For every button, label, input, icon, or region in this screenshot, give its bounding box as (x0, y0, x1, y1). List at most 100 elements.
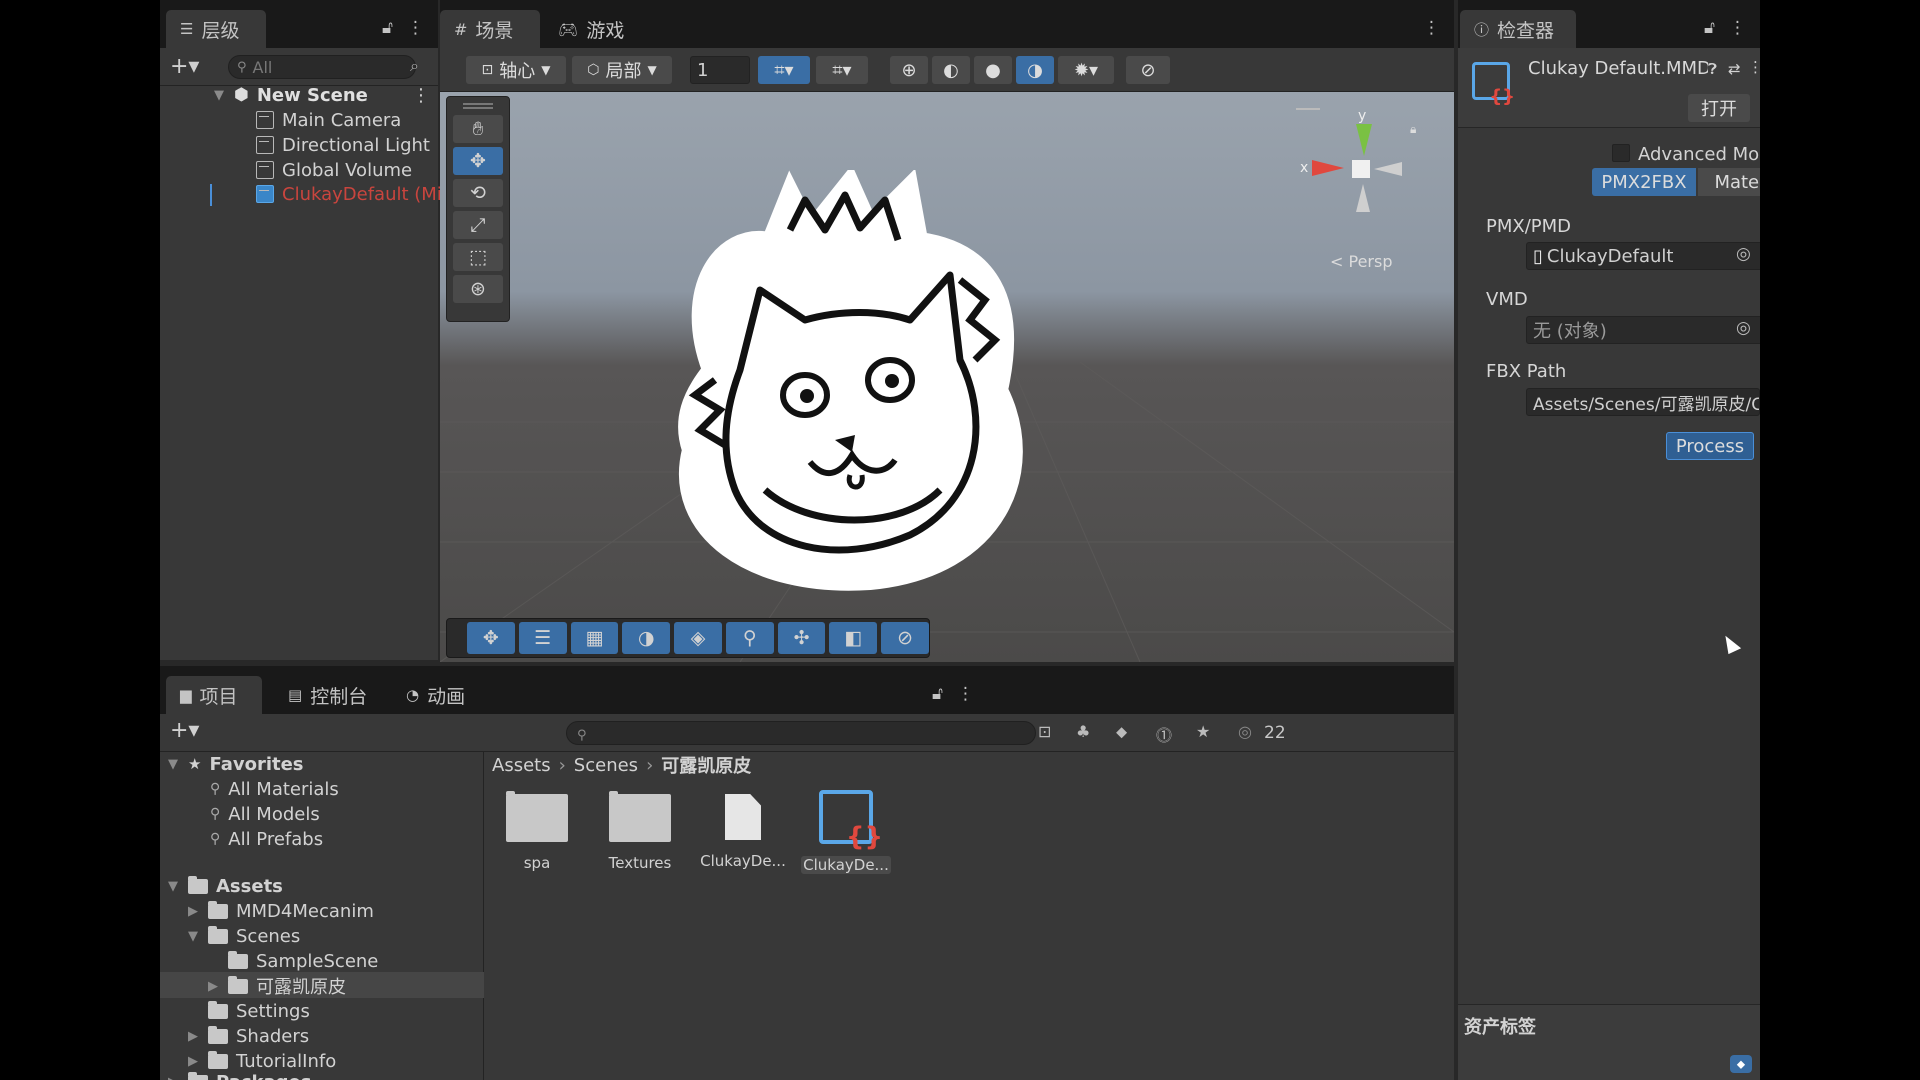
advanced-mode-checkbox[interactable] (1612, 144, 1630, 162)
scene-viewport[interactable]: ✋︎ ✥ ⟲ ⤢ ⬚ ⊛ y x 🔒︎ < Persp ✥ ☰ ▦ ◑ ◈ ⚲ … (440, 92, 1454, 662)
hidden-objects-button[interactable]: ⊘ (1126, 56, 1170, 84)
favorite-item[interactable]: ⚲ All Materials (210, 777, 339, 801)
draw-mode-button[interactable]: ⊕ (890, 56, 928, 84)
favorites-row[interactable]: ▼ ★ Favorites (168, 752, 304, 776)
lock-icon[interactable]: 🔓︎ (1704, 18, 1715, 38)
breadcrumb-item-current[interactable]: 可露凯原皮 (661, 752, 751, 778)
favorite-star-icon[interactable]: ★ (1196, 722, 1210, 741)
overlay-pivot-icon[interactable]: ✣ (777, 622, 826, 654)
expand-arrow-icon[interactable]: ▼ (168, 757, 180, 772)
move-tool-icon[interactable]: ✥ (453, 147, 503, 175)
asset-folder-row-selected[interactable]: ▶ 可露凯原皮 (208, 974, 346, 998)
overlay-layers-icon[interactable]: ◈ (674, 622, 722, 654)
rotate-tool-icon[interactable]: ⟲ (453, 179, 503, 207)
tab-scene[interactable]: # 场景 (440, 10, 540, 48)
warning-filter-icon[interactable]: ⓵ (1156, 722, 1172, 746)
add-icon[interactable]: +▾ (170, 54, 199, 79)
expand-arrow-icon[interactable]: ▶ (188, 904, 200, 919)
pivot-dropdown[interactable]: ⊡ 轴心 ▼ (466, 56, 566, 84)
expand-arrow-icon[interactable]: ▶ (188, 1029, 200, 1044)
tab-animation[interactable]: ◔ 动画 (392, 676, 488, 714)
gizmo-lock-icon[interactable]: 🔒︎ (1410, 122, 1416, 137)
process-button[interactable]: Process (1666, 432, 1754, 460)
vmd-object-field[interactable]: 无 (对象) (1526, 316, 1760, 344)
hierarchy-item-selected[interactable]: ClukayDefault (Mi (256, 182, 442, 206)
asset-folder-row[interactable]: ▶ MMD4Mecanim (188, 899, 374, 923)
grid-snap-button[interactable]: ⌗▾ (758, 56, 810, 84)
hierarchy-item[interactable]: Directional Light (256, 133, 430, 157)
add-icon[interactable]: +▾ (170, 718, 199, 743)
search-by-label-icon[interactable]: ♣ (1076, 722, 1090, 741)
transform-tool-icon[interactable]: ⊛ (453, 275, 503, 303)
grid-size-field[interactable]: 1 (690, 56, 750, 84)
assets-root[interactable]: ▼ Assets (168, 874, 283, 898)
scene-root[interactable]: ▼ ⬢ New Scene ⋮ (214, 83, 434, 107)
hand-tool-icon[interactable]: ✋︎ (453, 115, 503, 143)
scene-search-icon[interactable]: ⌕ (410, 56, 419, 76)
tab-pmx2fbx[interactable]: PMX2FBX (1592, 168, 1696, 196)
increment-snap-button[interactable]: ⌗▾ (816, 56, 868, 84)
scene-more-icon[interactable]: ⋮ (412, 85, 430, 106)
file-item[interactable]: spa (492, 786, 582, 872)
hidden-count-icon[interactable]: ◎ (1238, 722, 1252, 741)
overlay-grid-icon[interactable]: ▦ (570, 622, 619, 654)
overlay-compass-icon[interactable]: ⊘ (881, 622, 930, 654)
orientation-gizmo[interactable]: y x (1298, 106, 1418, 236)
expand-arrow-icon[interactable]: ▶ (168, 1075, 180, 1080)
more-icon[interactable]: ⋮ (1748, 58, 1760, 76)
pmx-object-field[interactable]: ▯ ClukayDefault (1526, 242, 1760, 270)
expand-arrow-icon[interactable]: ▼ (188, 929, 200, 944)
overlay-search-icon[interactable]: ⚲ (725, 622, 774, 654)
asset-folder-row[interactable]: ▼ Scenes (188, 924, 300, 948)
gizmo-center-icon[interactable] (1352, 160, 1370, 178)
more-icon[interactable]: ⋮ (407, 18, 424, 38)
help-icon[interactable]: ❓︎ (1708, 60, 1717, 78)
local-dropdown[interactable]: ⬡ 局部 ▼ (572, 56, 672, 84)
viewport-handle[interactable] (1296, 108, 1320, 112)
lock-icon[interactable]: 🔓︎ (932, 684, 943, 704)
favorite-item[interactable]: ⚲ All Models (210, 802, 320, 826)
tab-inspector[interactable]: ⓘ 检查器 (1460, 10, 1576, 48)
effects-dropdown[interactable]: ✹▾ (1058, 56, 1114, 84)
hierarchy-search-input[interactable]: ⚲ All (228, 55, 416, 79)
vmd-object-picker-icon[interactable]: ◎ (1736, 318, 1751, 338)
tag-filter-icon[interactable]: ⬥ (1116, 722, 1127, 742)
rect-tool-icon[interactable]: ⬚ (453, 243, 503, 271)
tag-icon[interactable]: ⬥ (1730, 1055, 1752, 1073)
preset-icon[interactable]: ⇄ (1728, 60, 1741, 78)
expand-arrow-icon[interactable]: ▶ (208, 979, 220, 994)
project-search-input[interactable]: ⚲ (566, 721, 1036, 745)
overlay-move-icon[interactable]: ✥ (467, 622, 515, 654)
overlay-shading-icon[interactable]: ◑ (622, 622, 671, 654)
more-icon[interactable]: ⋮ (1729, 18, 1746, 38)
file-item[interactable]: Textures (595, 786, 685, 872)
open-button[interactable]: 打开 (1688, 94, 1750, 122)
persp-label[interactable]: < Persp (1330, 252, 1392, 271)
asset-folder-row[interactable]: ▶ Shaders (188, 1024, 309, 1048)
expand-arrow-icon[interactable]: ▼ (168, 879, 180, 894)
lock-icon[interactable]: 🔓︎ (382, 18, 393, 38)
more-icon[interactable]: ⋮ (957, 684, 974, 704)
tab-hierarchy[interactable]: ☰ 层级 (166, 10, 266, 48)
more-icon[interactable]: ⋮ (1423, 18, 1440, 38)
tab-material[interactable]: Material (1698, 168, 1760, 196)
fbx-path-input[interactable]: Assets/Scenes/可露凯原皮/ClukayDefault.fb (1526, 388, 1760, 416)
expand-arrow-icon[interactable]: ▶ (188, 1054, 200, 1069)
tab-game[interactable]: 🎮︎ 游戏 (544, 10, 644, 48)
tab-console[interactable]: ▤ 控制台 (274, 676, 384, 714)
overlay-align-icon[interactable]: ☰ (518, 622, 567, 654)
palette-handle[interactable] (463, 103, 493, 109)
file-item-selected[interactable]: {} ClukayDe... (801, 786, 891, 874)
scale-tool-icon[interactable]: ⤢ (453, 211, 503, 239)
hierarchy-item[interactable]: Main Camera (256, 108, 401, 132)
pmx-object-picker-icon[interactable]: ◎ (1736, 244, 1751, 264)
tab-project[interactable]: ▆ 项目 (166, 676, 262, 714)
shading-toggle-button[interactable]: ◑ (1016, 56, 1054, 84)
breadcrumb-item[interactable]: Scenes (574, 755, 638, 776)
packages-root[interactable]: ▶ Packages (168, 1070, 311, 1080)
asset-folder-row[interactable]: SampleScene (208, 949, 378, 973)
expand-arrow-icon[interactable]: ▼ (214, 88, 226, 103)
file-item[interactable]: ClukayDe... (698, 786, 788, 870)
favorite-item[interactable]: ⚲ All Prefabs (210, 827, 323, 851)
2d-toggle-button[interactable]: ◐ (932, 56, 970, 84)
